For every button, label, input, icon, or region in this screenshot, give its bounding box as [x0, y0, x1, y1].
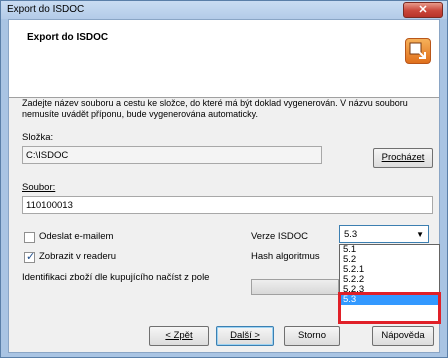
identify-field-select[interactable]	[251, 279, 339, 295]
close-button[interactable]: ✕	[403, 2, 443, 18]
identify-label: Identifikaci zboží dle kupujícího načíst…	[22, 272, 210, 283]
cancel-button[interactable]: Storno	[284, 326, 340, 346]
chevron-down-icon[interactable]: ▼	[416, 230, 424, 239]
highlight-annotation	[338, 292, 441, 324]
export-dialog: Export do ISDOC ✕ Export do ISDOC Zadejt…	[0, 0, 448, 358]
next-button[interactable]: Další >	[216, 326, 274, 346]
show-reader-label: Zobrazit v readeru	[39, 251, 117, 262]
export-icon	[405, 38, 431, 64]
folder-label: Složka:	[22, 132, 54, 143]
instructions-text: Zadejte název souboru a cestu ke složce,…	[22, 98, 408, 119]
hash-label: Hash algoritmus	[251, 251, 320, 262]
version-select[interactable]: 5.3 ▼	[339, 225, 429, 243]
version-selected-value: 5.3	[344, 229, 358, 240]
browse-button[interactable]: Procházet	[373, 148, 433, 168]
title-bar: Export do ISDOC ✕	[1, 1, 447, 19]
folder-field[interactable]: C:\ISDOC	[22, 146, 322, 164]
show-reader-checkbox[interactable]	[24, 250, 35, 263]
header-panel: Export do ISDOC	[9, 20, 439, 98]
window-title: Export do ISDOC	[7, 4, 85, 15]
page-title: Export do ISDOC	[27, 32, 109, 43]
back-button[interactable]: < Zpět	[149, 326, 209, 346]
send-email-label: Odeslat e-mailem	[39, 231, 114, 242]
version-label: Verze ISDOC	[251, 231, 309, 242]
send-email-checkbox[interactable]	[24, 232, 35, 243]
help-button[interactable]: Nápověda	[372, 326, 434, 346]
file-label: Soubor:	[22, 182, 56, 193]
file-name-field[interactable]: 110100013	[22, 196, 433, 214]
